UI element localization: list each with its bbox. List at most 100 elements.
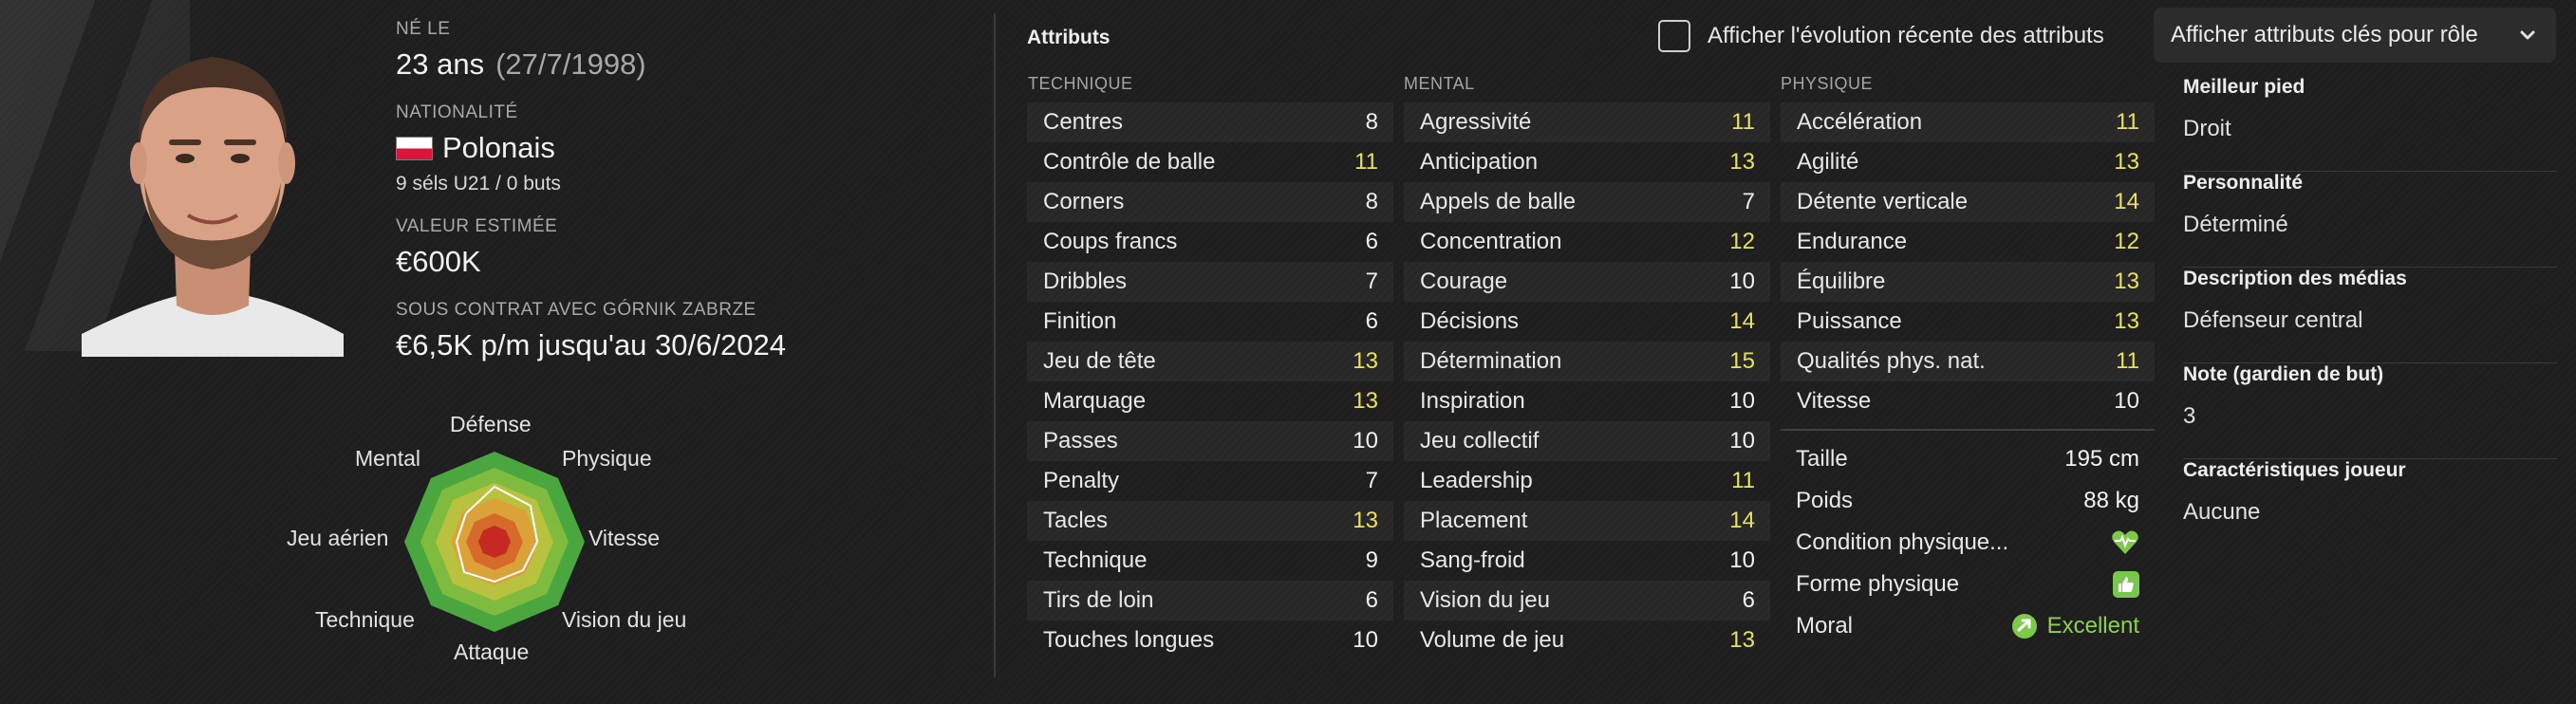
attribute-row[interactable]: Inspiration 10 — [1404, 381, 1770, 421]
radar-ring-inner — [478, 526, 511, 558]
attribute-row[interactable]: Courage 10 — [1404, 262, 1770, 302]
radar-label-defense: Défense — [450, 412, 532, 436]
attribute-row[interactable]: Tacles 13 — [1027, 501, 1393, 541]
preferred-foot-label: Meilleur pied — [2183, 76, 2305, 98]
attribute-name: Coups francs — [1043, 229, 1178, 254]
attribute-name: Sang-froid — [1420, 547, 1525, 573]
contract-label[interactable]: SOUS CONTRAT AVEC GÓRNIK ZABRZE — [396, 300, 965, 321]
height-label: Taille — [1796, 446, 1848, 472]
attribute-value: 11 — [2116, 348, 2139, 374]
attribute-row[interactable]: Équilibre 13 — [1781, 262, 2155, 302]
weight-value: 88 kg — [2083, 488, 2139, 513]
attribute-row[interactable]: Dribbles 7 — [1027, 262, 1393, 302]
attribute-row[interactable]: Vitesse 10 — [1781, 381, 2155, 421]
attribute-row[interactable]: Décisions 14 — [1404, 302, 1770, 342]
thumbs-up-icon — [2113, 571, 2139, 598]
attribute-value: 11 — [2116, 109, 2139, 135]
attribute-row[interactable]: Touches longues 10 — [1027, 621, 1393, 660]
attribute-row[interactable]: Jeu collectif 10 — [1404, 421, 1770, 461]
attribute-row[interactable]: Finition 6 — [1027, 302, 1393, 342]
height-row: Taille 195 cm — [1781, 438, 2155, 480]
attribute-row[interactable]: Qualités phys. nat. 11 — [1781, 342, 2155, 381]
personality-value: Déterminé — [2183, 212, 2288, 237]
goalkeeper-rating-value: 3 — [2183, 403, 2196, 429]
profile-info: Meilleur pied Droit Personnalité Détermi… — [2183, 76, 2557, 555]
attribute-row[interactable]: Corners 8 — [1027, 182, 1393, 222]
key-attributes-dropdown[interactable]: Afficher attributs clés pour rôle — [2154, 8, 2556, 63]
attribute-row[interactable]: Marquage 13 — [1027, 381, 1393, 421]
attribute-name: Qualités phys. nat. — [1797, 348, 1986, 374]
show-evolution-label[interactable]: Afficher l'évolution récente des attribu… — [1708, 23, 2104, 49]
physical-stats: Taille 195 cm Poids 88 kg Condition phys… — [1781, 438, 2155, 647]
attribute-row[interactable]: Agilité 13 — [1781, 142, 2155, 182]
attribute-row[interactable]: Agressivité 11 — [1404, 102, 1770, 142]
attribute-row[interactable]: Placement 14 — [1404, 501, 1770, 541]
attribute-name: Endurance — [1797, 229, 1908, 254]
attribute-row[interactable]: Détermination 15 — [1404, 342, 1770, 381]
attribute-value: 14 — [2114, 189, 2139, 214]
attribute-value: 14 — [1729, 508, 1755, 533]
attribute-row[interactable]: Puissance 13 — [1781, 302, 2155, 342]
attribute-value: 13 — [1353, 348, 1378, 374]
attribute-row[interactable]: Jeu de tête 13 — [1027, 342, 1393, 381]
media-description-label: Description des médias — [2183, 268, 2407, 289]
attribute-value: 6 — [1742, 587, 1755, 613]
attribute-value: 10 — [1729, 388, 1755, 414]
attribute-row[interactable]: Appels de balle 7 — [1404, 182, 1770, 222]
attribute-name: Détente verticale — [1797, 189, 1969, 214]
attribute-name: Leadership — [1420, 468, 1533, 493]
goalkeeper-rating: Note (gardien de but) 3 — [2183, 363, 2557, 459]
condition-row[interactable]: Condition physique... — [1781, 522, 2155, 564]
contract-value: €6,5K p/m jusqu'au 30/6/2024 — [396, 328, 786, 361]
attribute-row[interactable]: Volume de jeu 13 — [1404, 621, 1770, 660]
attribute-row[interactable]: Coups francs 6 — [1027, 222, 1393, 262]
morale-label: Moral — [1796, 613, 1854, 639]
weight-row: Poids 88 kg — [1781, 480, 2155, 522]
attribute-row[interactable]: Passes 10 — [1027, 421, 1393, 461]
attribute-row[interactable]: Détente verticale 14 — [1781, 182, 2155, 222]
nationality-value[interactable]: Polonais — [396, 131, 965, 165]
attribute-name: Puissance — [1797, 308, 1902, 334]
nationality-block: NATIONALITÉ Polonais 9 séls U21 / 0 buts — [396, 102, 965, 195]
physique-heading: PHYSIQUE — [1781, 74, 1874, 93]
attribute-value: 12 — [1729, 229, 1755, 254]
attribute-name: Placement — [1420, 508, 1528, 533]
attribute-row[interactable]: Endurance 12 — [1781, 222, 2155, 262]
player-photo — [82, 21, 344, 357]
morale-row[interactable]: Moral Excellent — [1781, 605, 2155, 647]
attribute-value: 9 — [1365, 547, 1378, 573]
show-evolution-checkbox[interactable] — [1658, 20, 1690, 52]
mental-heading: MENTAL — [1404, 74, 1475, 93]
attribute-row[interactable]: Penalty 7 — [1027, 461, 1393, 501]
attribute-row[interactable]: Concentration 12 — [1404, 222, 1770, 262]
attribute-name: Décisions — [1420, 308, 1520, 334]
attribute-row[interactable]: Accélération 11 — [1781, 102, 2155, 142]
media-description-value: Défenseur central — [2183, 307, 2363, 333]
physical-stats-divider — [1781, 429, 2155, 431]
attribute-row[interactable]: Leadership 11 — [1404, 461, 1770, 501]
age-value: 23 ans (27/7/1998) — [396, 47, 965, 82]
attribute-value: 6 — [1365, 308, 1378, 334]
birth-block: NÉ LE 23 ans (27/7/1998) — [396, 19, 965, 82]
attribute-name: Contrôle de balle — [1043, 149, 1216, 175]
attribute-name: Accélération — [1797, 109, 1923, 135]
attribute-row[interactable]: Anticipation 13 — [1404, 142, 1770, 182]
attribute-name: Centres — [1043, 109, 1124, 135]
attribute-value: 10 — [1729, 428, 1755, 454]
attribute-row[interactable]: Sang-froid 10 — [1404, 541, 1770, 581]
attribute-row[interactable]: Centres 8 — [1027, 102, 1393, 142]
preferred-foot: Meilleur pied Droit — [2183, 76, 2557, 172]
attribute-name: Touches longues — [1043, 627, 1215, 653]
attribute-value: 11 — [1731, 109, 1755, 135]
attribute-value: 6 — [1365, 587, 1378, 613]
attribute-value: 11 — [1731, 468, 1755, 493]
chevron-down-icon — [2520, 30, 2535, 40]
international-caps: 9 séls U21 / 0 buts — [396, 173, 561, 195]
attribute-value: 14 — [1729, 308, 1755, 334]
attribute-row[interactable]: Tirs de loin 6 — [1027, 581, 1393, 621]
attribute-row[interactable]: Technique 9 — [1027, 541, 1393, 581]
form-row[interactable]: Forme physique — [1781, 564, 2155, 605]
show-evolution-toggle[interactable]: Afficher l'évolution récente des attribu… — [1658, 19, 2104, 53]
attribute-row[interactable]: Contrôle de balle 11 — [1027, 142, 1393, 182]
attribute-row[interactable]: Vision du jeu 6 — [1404, 581, 1770, 621]
